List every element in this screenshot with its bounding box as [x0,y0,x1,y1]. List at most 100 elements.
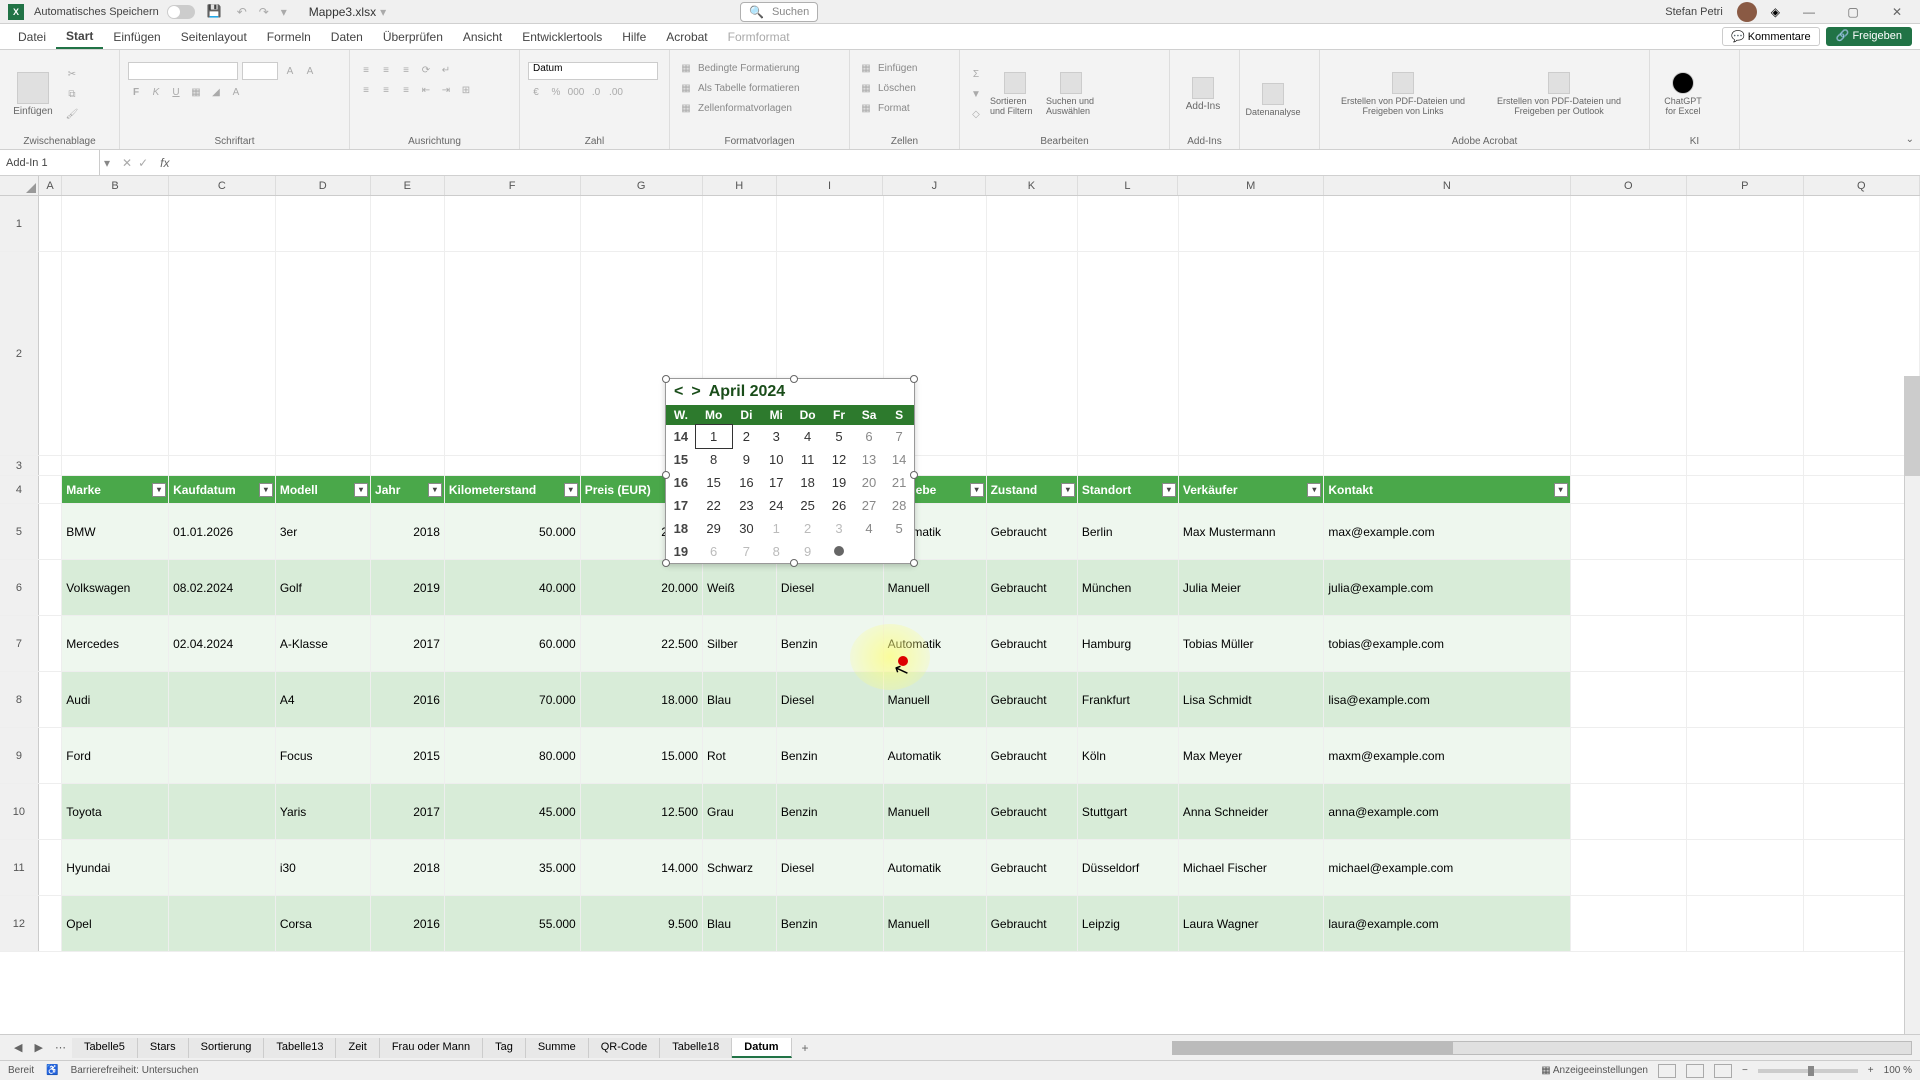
currency-icon[interactable]: € [528,84,544,100]
resize-handle[interactable] [910,375,918,383]
cell[interactable] [39,784,63,839]
cell[interactable]: max@example.com [1324,504,1570,559]
cell[interactable] [987,252,1078,455]
cell[interactable]: Kilometerstand▾ [445,476,581,503]
select-all-corner[interactable] [0,176,39,195]
cell[interactable] [1687,456,1803,475]
sheet-tab[interactable]: Tabelle5 [72,1038,138,1058]
cell[interactable] [1078,252,1179,455]
add-sheet-button[interactable]: + [792,1041,819,1055]
cell[interactable]: Mercedes [62,616,169,671]
share-button[interactable]: 🔗 Freigeben [1826,27,1912,46]
cell[interactable]: 2019 [371,560,445,615]
calendar-day[interactable]: 5 [884,517,914,540]
sheet-nav-menu-icon[interactable]: ⋯ [49,1041,72,1054]
calendar-day[interactable]: 24 [761,494,791,517]
col-header[interactable]: L [1078,176,1179,195]
cell[interactable]: 20.000 [581,560,703,615]
save-icon[interactable]: 💾 [207,4,223,20]
filter-dropdown-icon[interactable]: ▾ [259,483,273,497]
cell[interactable]: anna@example.com [1324,784,1570,839]
tab-acrobat[interactable]: Acrobat [656,24,717,49]
cell[interactable]: Audi [62,672,169,727]
resize-handle[interactable] [910,471,918,479]
calendar-day[interactable]: 2 [791,517,824,540]
fx-icon[interactable]: fx [160,156,169,170]
col-header[interactable]: O [1571,176,1687,195]
cancel-formula-icon[interactable]: ✕ [122,156,132,170]
filter-dropdown-icon[interactable]: ▾ [1307,483,1321,497]
cell[interactable] [371,252,445,455]
number-format-selector[interactable]: Datum [528,62,658,80]
calendar-day[interactable]: 20 [854,471,884,494]
zoom-slider[interactable] [1758,1069,1858,1073]
filename-dropdown-icon[interactable]: ▾ [380,5,394,19]
filter-dropdown-icon[interactable]: ▾ [152,483,166,497]
calendar-day[interactable]: 5 [824,425,854,448]
filter-dropdown-icon[interactable]: ▾ [564,483,578,497]
col-header[interactable]: M [1178,176,1324,195]
tab-daten[interactable]: Daten [321,24,373,49]
cell[interactable]: Gebraucht [987,840,1078,895]
row-header[interactable]: 2 [0,252,39,455]
resize-handle[interactable] [790,375,798,383]
cell[interactable]: Lisa Schmidt [1179,672,1325,727]
cell[interactable]: 3er [276,504,371,559]
calendar-day[interactable]: 23 [732,494,762,517]
col-header[interactable]: E [371,176,445,195]
data-analysis-button[interactable]: Datenanalyse [1248,83,1298,117]
wrap-text-icon[interactable]: ↵ [438,62,454,78]
calendar-day[interactable]: 4 [854,517,884,540]
col-header[interactable]: F [445,176,581,195]
cell[interactable]: tobias@example.com [1324,616,1570,671]
cell[interactable]: 2018 [371,840,445,895]
cell[interactable] [777,196,884,251]
cell[interactable]: Corsa [276,896,371,951]
cell[interactable] [1804,672,1920,727]
align-top-icon[interactable]: ≡ [358,62,374,78]
resize-handle[interactable] [662,559,670,567]
merge-icon[interactable]: ⊞ [458,82,474,98]
cell[interactable]: Gebraucht [987,560,1078,615]
underline-icon[interactable]: U [168,84,184,100]
calendar-day[interactable]: 27 [854,494,884,517]
row-header[interactable]: 9 [0,728,39,783]
cell[interactable] [1804,896,1920,951]
cell[interactable]: Weiß [703,560,777,615]
cell[interactable] [1804,616,1920,671]
calendar-day[interactable] [854,540,884,563]
orientation-icon[interactable]: ⟳ [418,62,434,78]
thousands-icon[interactable]: 000 [568,84,584,100]
cell[interactable]: maxm@example.com [1324,728,1570,783]
cell[interactable] [371,456,445,475]
cell[interactable] [1687,784,1803,839]
filename[interactable]: Mappe3.xlsx [309,5,376,19]
cell[interactable]: Laura Wagner [1179,896,1325,951]
align-middle-icon[interactable]: ≡ [378,62,394,78]
cell[interactable]: Manuell [884,560,987,615]
cell[interactable]: Berlin [1078,504,1179,559]
cell[interactable]: Ford [62,728,169,783]
col-header[interactable]: I [777,176,884,195]
calendar-day[interactable]: 25 [791,494,824,517]
cell[interactable] [1804,560,1920,615]
cell[interactable]: Focus [276,728,371,783]
prev-month-icon[interactable]: < [674,383,683,401]
cell[interactable]: Tobias Müller [1179,616,1325,671]
cell[interactable] [1571,476,1687,503]
cell[interactable]: 08.02.2024 [169,560,276,615]
resize-handle[interactable] [910,559,918,567]
autosum-icon[interactable]: Σ [968,66,984,82]
col-header[interactable]: H [703,176,777,195]
scrollbar-thumb[interactable] [1905,376,1920,476]
cell[interactable]: Zustand▾ [987,476,1078,503]
ribbon-collapse-icon[interactable]: ⌄ [1906,134,1914,145]
delete-cells-button[interactable]: ▦Löschen [858,80,951,96]
vertical-scrollbar[interactable] [1904,376,1920,1034]
cell[interactable] [1324,456,1570,475]
cell[interactable] [1324,252,1570,455]
cell[interactable]: 2016 [371,672,445,727]
cell[interactable] [169,456,276,475]
cell[interactable]: Manuell [884,896,987,951]
cell[interactable]: 2018 [371,504,445,559]
